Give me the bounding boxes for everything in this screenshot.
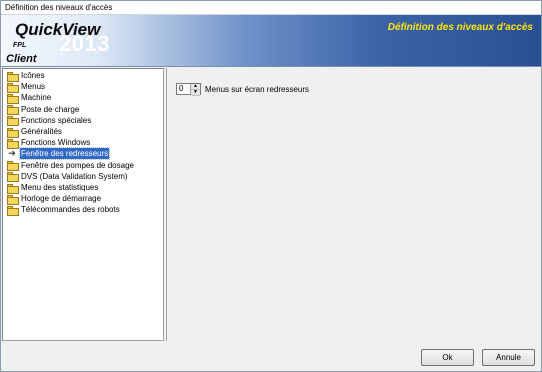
- spinner-down-icon[interactable]: ▼: [191, 90, 200, 96]
- tree-item[interactable]: Icônes: [3, 70, 46, 82]
- tree-item[interactable]: Fonctions spéciales: [3, 115, 92, 127]
- folder-icon: [7, 127, 19, 138]
- tree-item-label: DVS (Data Validation System): [21, 171, 128, 181]
- header-banner: QuickView FPL 2013 Client Définition des…: [1, 15, 541, 67]
- access-levels-window: Définition des niveaux d'accès QuickView…: [0, 0, 542, 372]
- folder-icon: [7, 172, 19, 183]
- category-tree[interactable]: Icônes Menus Machine Poste de charge Fonctio…: [2, 68, 164, 341]
- tree-item-label: Télécommandes des robots: [21, 205, 120, 215]
- version-year: 2013: [59, 31, 110, 56]
- tree-item[interactable]: Menu des statistiques: [3, 182, 99, 194]
- title-bar[interactable]: Définition des niveaux d'accès: [1, 1, 541, 15]
- tree-item-label: Menus: [21, 82, 46, 92]
- folder-icon: [7, 82, 19, 93]
- tree-item-label: Poste de charge: [21, 104, 80, 114]
- tree-item[interactable]: Fenêtre des pompes de dosage: [3, 160, 135, 172]
- tree-item[interactable]: Poste de charge: [3, 104, 80, 116]
- tree-item-label: Fonctions Windows: [21, 138, 91, 148]
- tree-item[interactable]: ➔ Fenêtre des redresseurs: [3, 147, 111, 161]
- folder-icon: [7, 183, 19, 194]
- tree-item-label: Fenêtre des redresseurs: [18, 147, 111, 161]
- tree-item-label: Machine: [21, 93, 52, 103]
- page-title: Définition des niveaux d'accès: [387, 22, 533, 33]
- tree-item[interactable]: Télécommandes des robots: [3, 204, 121, 216]
- arrow-icon: ➔: [8, 148, 16, 159]
- tree-item[interactable]: Généralités: [3, 126, 63, 138]
- company-label: FPL: [13, 42, 27, 49]
- cancel-button[interactable]: Annule: [482, 349, 535, 366]
- tree-item-label: Fenêtre des pompes de dosage: [21, 160, 134, 170]
- menus-count-spinner[interactable]: 0 ▲ ▼: [176, 83, 201, 96]
- folder-icon: [7, 161, 19, 172]
- folder-icon: [7, 194, 19, 205]
- spinner-value[interactable]: 0: [177, 84, 190, 94]
- tree-item-label: Icônes: [21, 71, 45, 80]
- folder-icon: [7, 205, 19, 216]
- window-title: Définition des niveaux d'accès: [5, 3, 113, 12]
- folder-icon: [7, 138, 19, 149]
- role-label: Client: [6, 53, 37, 65]
- dialog-footer: Ok Annule: [1, 342, 541, 371]
- tree-item-label: Menu des statistiques: [21, 183, 99, 192]
- tree-item[interactable]: Horloge de démarrage: [3, 193, 102, 205]
- tree-item-label: Horloge de démarrage: [21, 194, 102, 204]
- folder-icon: [7, 105, 19, 116]
- settings-panel: 0 ▲ ▼ Menus sur écran redresseurs: [166, 68, 541, 341]
- setting-label: Menus sur écran redresseurs: [205, 85, 310, 94]
- tree-item[interactable]: Machine: [3, 92, 52, 104]
- tree-item-label: Fonctions spéciales: [21, 115, 92, 125]
- folder-icon: [7, 71, 19, 82]
- tree-item[interactable]: Fonctions Windows: [3, 137, 91, 149]
- tree-item[interactable]: DVS (Data Validation System): [3, 171, 129, 183]
- tree-item[interactable]: Menus: [3, 81, 46, 93]
- folder-icon: [7, 93, 19, 104]
- ok-button[interactable]: Ok: [421, 349, 474, 366]
- folder-icon: [7, 116, 19, 127]
- tree-item-label: Généralités: [21, 127, 62, 136]
